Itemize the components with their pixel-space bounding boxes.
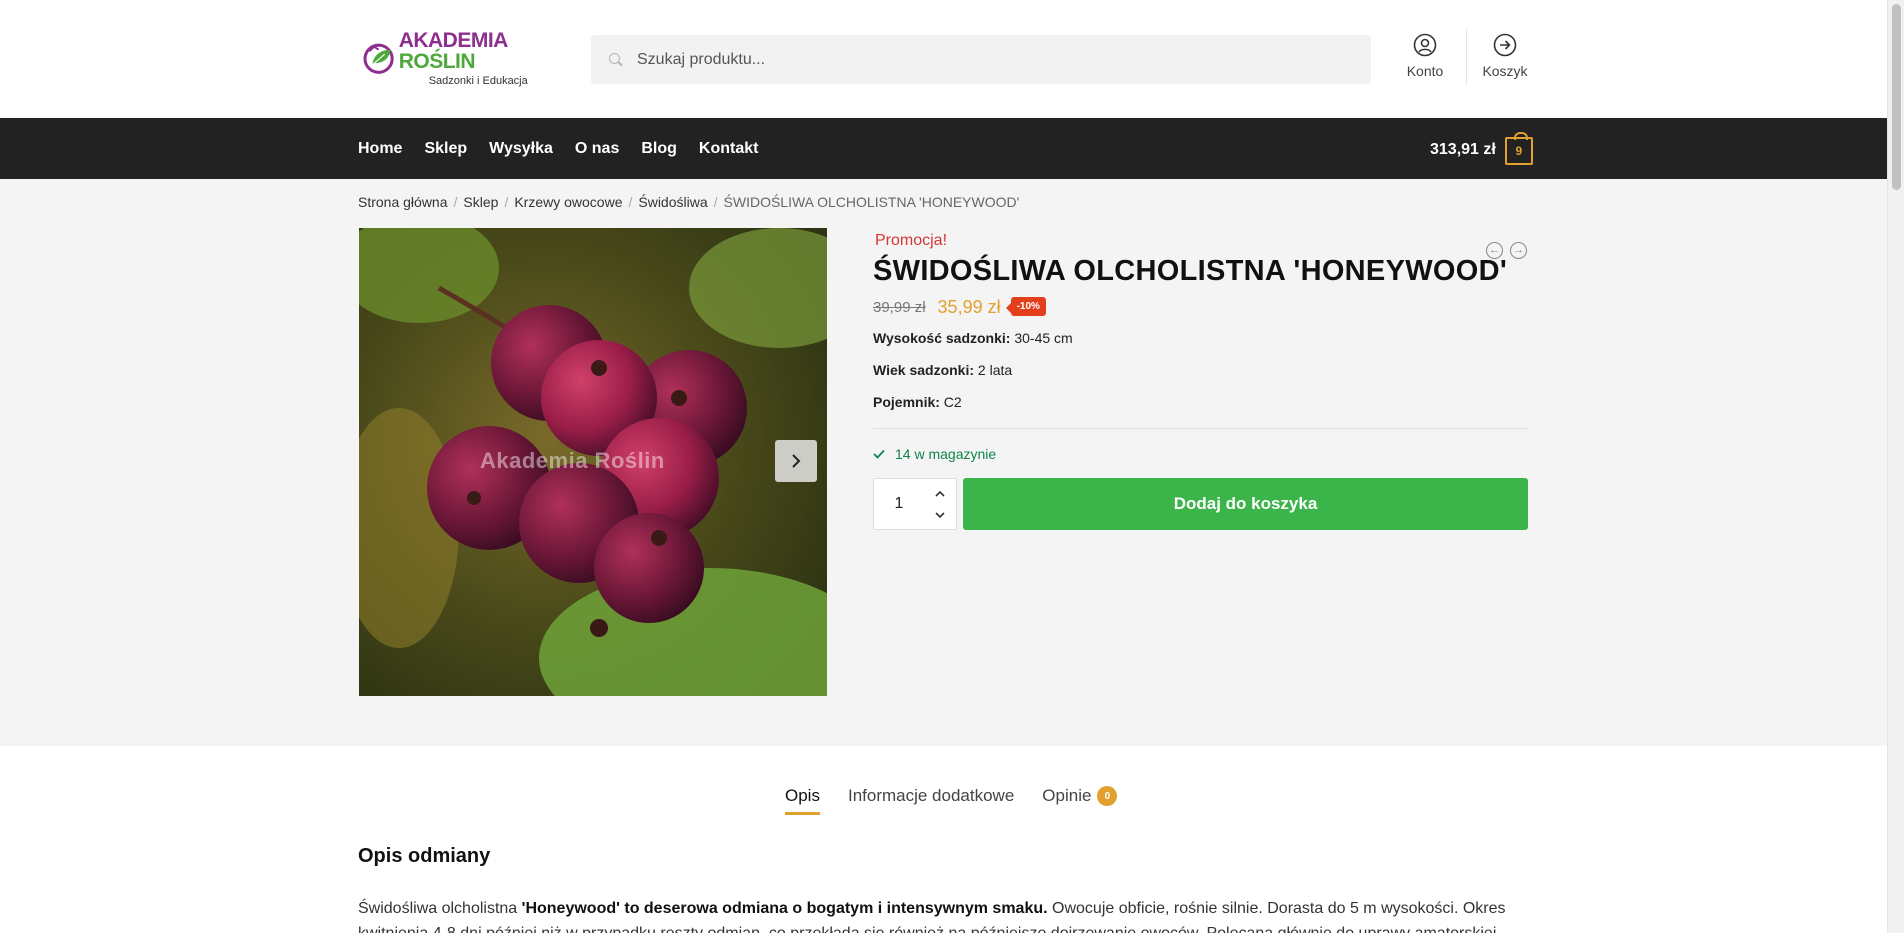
nav-item-o-nas[interactable]: O nas: [575, 140, 619, 158]
image-watermark: Akademia Roślin: [480, 448, 665, 473]
reviews-count-badge: 0: [1097, 786, 1118, 806]
scrollbar-thumb[interactable]: [1892, 4, 1901, 190]
logo-title: AKADEMIA ROŚLIN: [398, 28, 508, 73]
price-new: 35,99 zł: [937, 297, 1001, 317]
user-icon: [1413, 33, 1437, 57]
nav-cart[interactable]: 313,91 zł 9: [1430, 132, 1533, 165]
quantity-input[interactable]: [874, 479, 924, 529]
next-product-button[interactable]: →: [1510, 242, 1527, 259]
arrow-right-icon: →: [1513, 244, 1524, 256]
main-navigation: Home Sklep Wysyłka O nas Blog Kontakt 31…: [0, 118, 1887, 179]
search-input[interactable]: [637, 50, 1337, 69]
logo[interactable]: AKADEMIA ROŚLIN Sadzonki i Edukacja: [362, 28, 542, 86]
search-bar: [591, 35, 1371, 84]
logo-subtitle: Sadzonki i Edukacja: [428, 74, 528, 87]
breadcrumb-item-sklep[interactable]: Sklep: [463, 194, 498, 210]
description-text: Świdośliwa olcholistna 'Honeywood' to de…: [358, 900, 1506, 933]
page: AKADEMIA ROŚLIN Sadzonki i Edukacja Kont…: [0, 0, 1887, 933]
nav-item-wysylka[interactable]: Wysyłka: [489, 140, 553, 158]
cart-total: 313,91 zł: [1430, 141, 1496, 158]
nav-item-home[interactable]: Home: [358, 140, 402, 158]
product-title: ŚWIDOŚLIWA OLCHOLISTNA 'HONEYWOOD': [873, 255, 1508, 287]
attribute-height: Wysokość sadzonki: 30-45 cm: [873, 330, 1073, 346]
breadcrumb: Strona główna / Sklep / Krzewy owocowe / Św…: [358, 194, 1020, 210]
divider: [873, 428, 1528, 429]
tab-informacje-dodatkowe[interactable]: Informacje dodatkowe: [848, 786, 1014, 806]
chevron-right-icon: [792, 454, 801, 468]
description-title: Opis odmiany: [358, 845, 491, 867]
tab-opis[interactable]: Opis: [785, 786, 820, 815]
breadcrumb-item-home[interactable]: Strona główna: [358, 194, 448, 210]
breadcrumb-item-swidosliwa[interactable]: Świdośliwa: [638, 194, 707, 210]
previous-product-button[interactable]: ←: [1486, 242, 1503, 259]
cart-button[interactable]: Koszyk: [1470, 33, 1540, 79]
breadcrumb-item-krzewy[interactable]: Krzewy owocowe: [514, 194, 622, 210]
logo-leaf-icon: [363, 43, 394, 74]
cart-label: Koszyk: [1482, 63, 1528, 79]
promo-label: Promocja!: [875, 232, 948, 249]
price-old: 39,99 zł: [873, 299, 926, 316]
quantity-increase-button[interactable]: [928, 483, 952, 503]
tab-opinie[interactable]: Opinie 0: [1042, 786, 1118, 806]
quantity-stepper: [873, 478, 957, 530]
stock-status: 14 w magazynie: [873, 446, 996, 462]
arrow-left-icon: ←: [1489, 244, 1500, 256]
chevron-down-icon: [935, 511, 945, 518]
arrow-right-circle-icon: [1493, 33, 1517, 57]
attribute-age: Wiek sadzonki: 2 lata: [873, 362, 1013, 378]
page-scrollbar[interactable]: [1887, 0, 1904, 933]
search-icon: [609, 52, 623, 67]
chevron-up-icon: [935, 490, 945, 497]
check-icon: [873, 449, 885, 459]
product-tabs: Opis Informacje dodatkowe Opinie 0: [785, 786, 1145, 815]
nav-item-kontakt[interactable]: Kontakt: [699, 140, 759, 158]
image-next-button[interactable]: [775, 440, 817, 482]
cart-count-badge: 9: [1504, 132, 1533, 165]
site-header: AKADEMIA ROŚLIN Sadzonki i Edukacja Kont…: [0, 0, 1887, 118]
nav-item-blog[interactable]: Blog: [641, 140, 677, 158]
account-button[interactable]: Konto: [1390, 33, 1460, 79]
price: 39,99 zł 35,99 zł -10%: [873, 297, 1046, 318]
nav-item-sklep[interactable]: Sklep: [424, 140, 467, 158]
account-label: Konto: [1406, 63, 1444, 79]
discount-badge: -10%: [1005, 297, 1046, 316]
breadcrumb-current: ŚWIDOŚLIWA OLCHOLISTNA 'HONEYWOOD': [723, 194, 1020, 210]
header-divider: [1466, 29, 1467, 85]
attribute-container: Pojemnik: C2: [873, 394, 962, 410]
add-to-cart-button[interactable]: Dodaj do koszyka: [963, 478, 1528, 530]
quantity-decrease-button[interactable]: [928, 505, 952, 525]
